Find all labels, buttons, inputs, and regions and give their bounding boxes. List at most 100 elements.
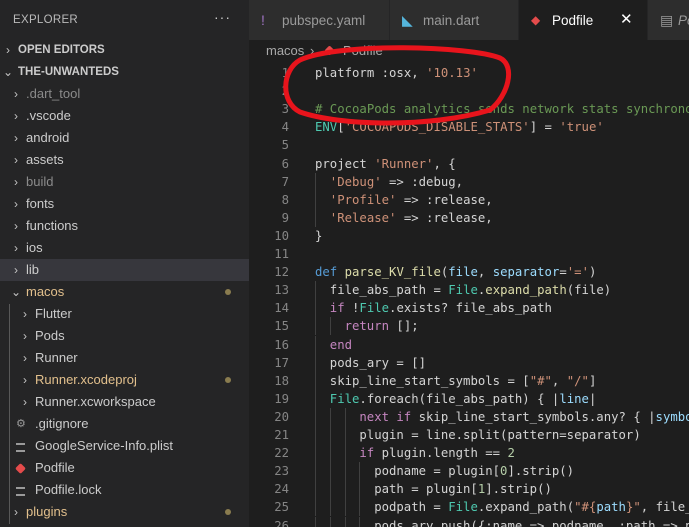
tree-item-runner-xcodeproj[interactable]: › Runner.xcodeproj (0, 369, 249, 391)
code-token: if (329, 301, 353, 316)
tree-item-flutter[interactable]: › Flutter (0, 303, 249, 325)
tree-item-label: plugins (26, 504, 68, 519)
code-line[interactable]: pods_ary.push({:name => podname, :path =… (374, 517, 689, 527)
breadcrumb-folder[interactable]: macos (266, 43, 304, 58)
chevron-down-icon: ⌄ (3, 65, 14, 79)
indent-guide (329, 444, 331, 463)
gear-icon: ⚙ (16, 418, 26, 430)
tree-item-vscode[interactable]: › .vscode (0, 105, 249, 127)
code-token: ] (588, 373, 597, 388)
code-token: (file) (566, 283, 612, 298)
tree-item-runner[interactable]: › Runner (0, 347, 249, 369)
code-line[interactable]: return []; (345, 317, 419, 335)
code-line[interactable]: def parse_KV_file(file, separator='=') (315, 263, 596, 281)
tab-pod[interactable]: ▤ Pod (648, 0, 689, 40)
indent-guide (315, 516, 316, 527)
code-line[interactable]: file_abs_path = File.expand_path(file) (330, 281, 611, 299)
tree-item-label: Podfile.lock (35, 482, 102, 497)
code-token: plugin = line.split(pattern=separator) (359, 428, 641, 442)
code-line[interactable]: project 'Runner', { (315, 155, 456, 173)
tree-item-ios[interactable]: › ios (0, 237, 249, 259)
tree-item-lib[interactable]: › lib (0, 259, 249, 281)
code-line[interactable]: podname = plugin[0].strip() (374, 462, 574, 480)
tree-item-label: .vscode (26, 108, 71, 123)
tree-item-macos[interactable]: ⌄ macos (0, 281, 249, 303)
code-token: '=' (566, 265, 589, 280)
explorer-title: EXPLORER (13, 14, 79, 26)
tree-item-label: .gitignore (35, 416, 89, 431)
code-line[interactable]: 'Release' => :release, (330, 209, 493, 227)
code-line[interactable]: ENV['COCOAPODS_DISABLE_STATS'] = 'true' (315, 118, 604, 136)
indent-guide (344, 426, 346, 445)
code-editor[interactable]: 1 platform :osx, '10.13' 2 3 # CocoaPods ana… (249, 62, 689, 527)
code-token: ] = (529, 120, 560, 135)
close-icon[interactable]: ✕ (620, 10, 633, 28)
code-token: = (559, 265, 567, 280)
code-line[interactable]: platform :osx, '10.13' (315, 64, 478, 82)
indent-guide (315, 480, 316, 499)
tree-item-googleservice-info-plist[interactable]: GoogleService-Info.plist (0, 435, 249, 457)
tree-item-runner-xcworkspace[interactable]: › Runner.xcworkspace (0, 391, 249, 413)
line-number: 20 (274, 409, 289, 424)
chevron-right-icon: › (14, 219, 18, 233)
tree-item-assets[interactable]: › assets (0, 149, 249, 171)
tree-item-dart-tool[interactable]: › .dart_tool (0, 83, 249, 105)
tree-item-plugins[interactable]: › plugins (0, 501, 249, 523)
indent-guide (359, 498, 361, 517)
code-line[interactable]: next if skip_line_start_symbols.any? { |… (359, 408, 689, 426)
code-line[interactable]: if !File.exists? file_abs_path (330, 299, 552, 317)
line-number: 14 (274, 301, 289, 316)
tree-item-the-unwanteds[interactable]: ⌄ THE-UNWANTEDS (0, 61, 249, 83)
tree-item-podfile-lock[interactable]: Podfile.lock (0, 479, 249, 501)
code-line[interactable]: } (315, 227, 322, 245)
code-line[interactable]: plugin = line.split(pattern=separator) (359, 426, 640, 444)
code-token: => :release, (396, 210, 493, 225)
code-line[interactable]: 'Debug' => :debug, (330, 173, 463, 191)
code-line[interactable]: if plugin.length == 2 (359, 444, 514, 462)
tree-item-label: Pods (35, 328, 65, 343)
code-token: path = plugin[ (374, 482, 478, 497)
ruby-file-icon (15, 463, 26, 474)
code-line[interactable]: podpath = File.expand_path("#{path}", fi… (374, 498, 689, 516)
modified-dot-icon (225, 289, 231, 295)
code-line[interactable]: File.foreach(file_abs_path) { |line| (330, 390, 597, 408)
code-token: line (559, 391, 589, 406)
code-line[interactable]: path = plugin[1].strip() (374, 480, 552, 498)
code-token: project (315, 156, 375, 171)
breadcrumb-file[interactable]: Podfile (343, 43, 383, 58)
indent-guide (315, 208, 316, 227)
code-line[interactable]: # CocoaPods analytics sends network stat… (315, 100, 689, 118)
tree-item-functions[interactable]: › functions (0, 215, 249, 237)
tab-main-dart[interactable]: ◣ main.dart (390, 0, 519, 40)
more-actions-icon[interactable]: ··· (214, 9, 231, 25)
tree-item-gitignore[interactable]: ⚙ .gitignore (0, 413, 249, 435)
tree-item-podfile[interactable]: Podfile (0, 457, 249, 479)
chevron-right-icon: › (14, 241, 18, 255)
code-line[interactable]: pods_ary = [] (330, 354, 426, 372)
modified-dot-icon (225, 377, 231, 383)
indent-guide (329, 462, 331, 481)
explorer-sidebar: EXPLORER ··· › OPEN EDITORS ⌄ THE-UNWANTEDS… (0, 0, 249, 527)
line-number: 22 (274, 446, 289, 461)
line-number: 24 (274, 482, 289, 497)
code-token: file (448, 265, 478, 280)
code-line[interactable]: skip_line_start_symbols = ["#", "/"] (330, 372, 597, 390)
line-number: 6 (281, 156, 289, 171)
tree-item-fonts[interactable]: › fonts (0, 193, 249, 215)
indent-guide (329, 516, 331, 527)
indent-guide (344, 407, 346, 426)
line-number: 11 (274, 247, 289, 261)
tab-pubspec-yaml[interactable]: ! pubspec.yaml (249, 0, 390, 40)
indent-guide (344, 516, 346, 527)
code-token: file_abs_path = (329, 283, 449, 298)
breadcrumb-separator: › (310, 43, 315, 58)
tree-item-android[interactable]: › android (0, 127, 249, 149)
code-line[interactable]: end (330, 336, 352, 354)
code-line[interactable]: 'Profile' => :release, (330, 191, 493, 209)
code-token: expand_path (485, 283, 567, 298)
tree-item-build[interactable]: › build (0, 171, 249, 193)
tree-item-label: .dart_tool (26, 86, 81, 101)
tree-item-pods[interactable]: › Pods (0, 325, 249, 347)
tab-podfile[interactable]: ◆ Podfile ✕ (519, 0, 648, 40)
tree-item-open-editors[interactable]: › OPEN EDITORS (0, 39, 249, 61)
